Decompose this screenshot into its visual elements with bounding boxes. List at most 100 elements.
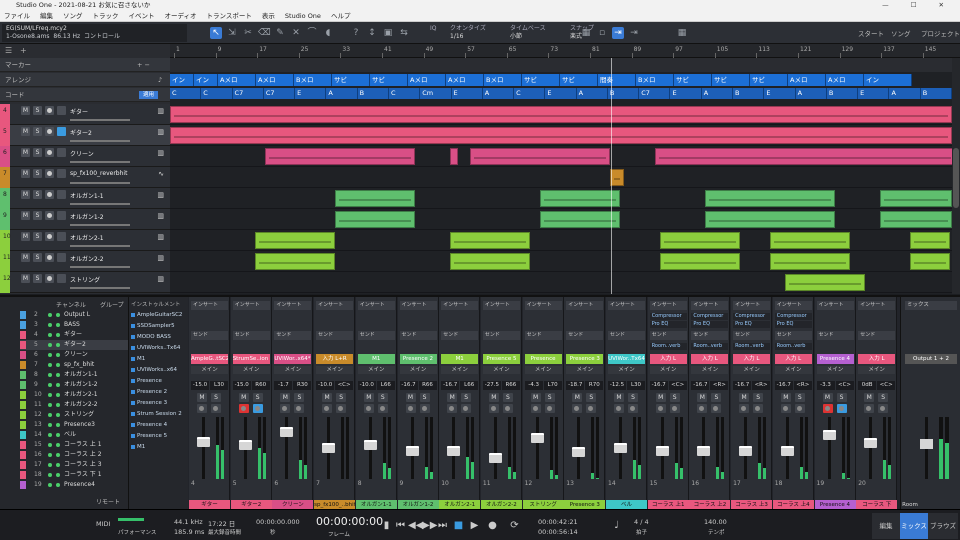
record-arm-button[interactable]	[45, 169, 54, 178]
channel-instrument-name[interactable]: Presence	[524, 354, 562, 364]
chord-event[interactable]: E	[670, 88, 702, 99]
solo-button[interactable]: S	[753, 393, 764, 402]
visible-icon[interactable]	[48, 363, 52, 367]
insert-slot[interactable]: Compressor	[649, 313, 687, 320]
record-arm-button[interactable]	[488, 404, 499, 413]
mute-button[interactable]: M	[614, 393, 624, 402]
pan-readout[interactable]: L66	[460, 381, 479, 390]
active-icon[interactable]	[56, 413, 60, 417]
solo-button[interactable]: S	[794, 393, 805, 402]
audio-event[interactable]	[540, 211, 620, 228]
track-name[interactable]: オルガン2-1	[70, 233, 104, 242]
active-icon[interactable]	[56, 373, 60, 377]
chord-event[interactable]: E	[451, 88, 483, 99]
send-header[interactable]: センド	[316, 331, 354, 340]
solo-button[interactable]: S	[33, 106, 42, 115]
send-header[interactable]: センド	[274, 331, 312, 340]
send-header[interactable]: センド	[566, 331, 604, 340]
insert-header[interactable]: インサート	[399, 301, 437, 310]
arrange-section[interactable]: 間奏	[598, 74, 636, 86]
solo-button[interactable]: S	[33, 169, 42, 178]
insert-slot[interactable]: Compressor	[733, 313, 771, 320]
volume-fader[interactable]	[822, 430, 836, 440]
bend-tool-icon[interactable]: ⌒	[306, 27, 318, 39]
mute-button[interactable]: M	[21, 127, 30, 136]
audio-event[interactable]	[170, 127, 952, 144]
arrange-section[interactable]: Aメロ	[256, 74, 294, 86]
volume-readout[interactable]: -3.3	[816, 381, 835, 390]
track-name[interactable]: ギター2	[70, 128, 92, 137]
mute-button[interactable]: M	[864, 393, 875, 402]
channel-output[interactable]: メイン	[733, 366, 771, 374]
solo-button[interactable]: S	[33, 253, 42, 262]
audio-event[interactable]	[335, 190, 415, 207]
time-signature[interactable]: 4 / 4	[634, 518, 649, 526]
chord-event[interactable]: C7	[639, 88, 671, 99]
pan-readout[interactable]: L70	[543, 381, 562, 390]
remote-button[interactable]: リモート	[96, 497, 120, 506]
volume-fader[interactable]	[572, 447, 586, 458]
instrument-list-item[interactable]: SSDSampler5	[131, 321, 187, 331]
channel-list-item[interactable]: 15 コーラス 上 1	[20, 440, 128, 450]
fast-forward-icon[interactable]: ▶▶	[422, 519, 437, 532]
arrange-section[interactable]: Aメロ	[408, 74, 446, 86]
track-volume-bar[interactable]	[70, 203, 130, 205]
insert-header[interactable]: インサート	[816, 301, 854, 310]
instrument-list-item[interactable]: UVIWorks..Tx64	[131, 343, 187, 353]
active-icon[interactable]	[56, 343, 60, 347]
instrument-list-item[interactable]: Presence 3	[131, 398, 187, 408]
solo-button[interactable]: S	[461, 393, 472, 402]
end-icon[interactable]: ⏭	[436, 519, 449, 532]
project-page-button[interactable]: プロジェクト	[921, 28, 960, 38]
audio-event[interactable]	[910, 253, 950, 270]
insert-header[interactable]: インサート	[691, 301, 729, 310]
active-icon[interactable]	[56, 443, 60, 447]
monitor-button[interactable]	[628, 404, 638, 413]
monitor-button[interactable]	[794, 404, 805, 413]
chord-event[interactable]: C	[514, 88, 546, 99]
listen-tool-icon[interactable]: ◖	[322, 27, 334, 39]
volume-readout[interactable]: -27.5	[482, 381, 501, 390]
help-icon[interactable]: ?	[350, 27, 362, 39]
menu-item[interactable]: トランスポート	[207, 12, 252, 20]
send-header[interactable]: センド	[524, 331, 562, 340]
arrange-section[interactable]: Aメロ	[826, 74, 864, 86]
visible-icon[interactable]	[48, 483, 52, 487]
time-seconds[interactable]: 00:00:00.000	[256, 518, 300, 526]
track-lane[interactable]	[170, 230, 952, 251]
channel-instrument-name[interactable]: StrumSe..ion 2	[232, 354, 270, 364]
chord-event[interactable]: A	[889, 88, 921, 99]
visible-icon[interactable]	[48, 313, 52, 317]
snap-events-icon[interactable]: ▫	[596, 27, 608, 39]
track-volume-bar[interactable]	[70, 140, 130, 142]
volume-readout[interactable]: -18.7	[566, 381, 585, 390]
solo-button[interactable]: S	[33, 232, 42, 241]
volume-fader[interactable]	[197, 436, 210, 447]
loop-start-time[interactable]: 00:00:42:21	[538, 518, 578, 526]
monitor-button[interactable]	[57, 190, 66, 199]
active-icon[interactable]	[56, 403, 60, 407]
mute-button[interactable]: M	[655, 393, 666, 402]
arrange-section[interactable]: サビ	[712, 74, 750, 86]
loop-icon[interactable]: ⟳	[508, 519, 521, 532]
menu-item[interactable]: 編集	[40, 12, 53, 20]
monitor-button[interactable]	[502, 404, 513, 413]
active-icon[interactable]	[56, 483, 60, 487]
channel-output[interactable]: メイン	[691, 366, 729, 374]
solo-button[interactable]: S	[294, 393, 305, 402]
monitor-button[interactable]	[57, 169, 66, 178]
record-arm-button[interactable]	[405, 404, 416, 413]
visible-icon[interactable]	[48, 353, 52, 357]
range-tool-icon[interactable]: ⇲	[226, 27, 238, 39]
track-volume-bar[interactable]	[70, 224, 130, 226]
pan-readout[interactable]: R66	[501, 381, 520, 390]
track-header[interactable]: 12 M S ストリング ▥	[0, 272, 170, 293]
send-header[interactable]: センド	[816, 331, 854, 340]
mute-button[interactable]: M	[697, 393, 708, 402]
channel-instrument-name[interactable]: UVIWor..Tx64	[608, 354, 645, 364]
grid-view-icon[interactable]: ▦	[676, 27, 688, 39]
track-volume-bar[interactable]	[70, 182, 130, 184]
track-lane[interactable]	[170, 251, 952, 272]
channel-list-item[interactable]: 11 オルガン2-2	[20, 400, 128, 410]
audio-event[interactable]	[770, 253, 850, 270]
